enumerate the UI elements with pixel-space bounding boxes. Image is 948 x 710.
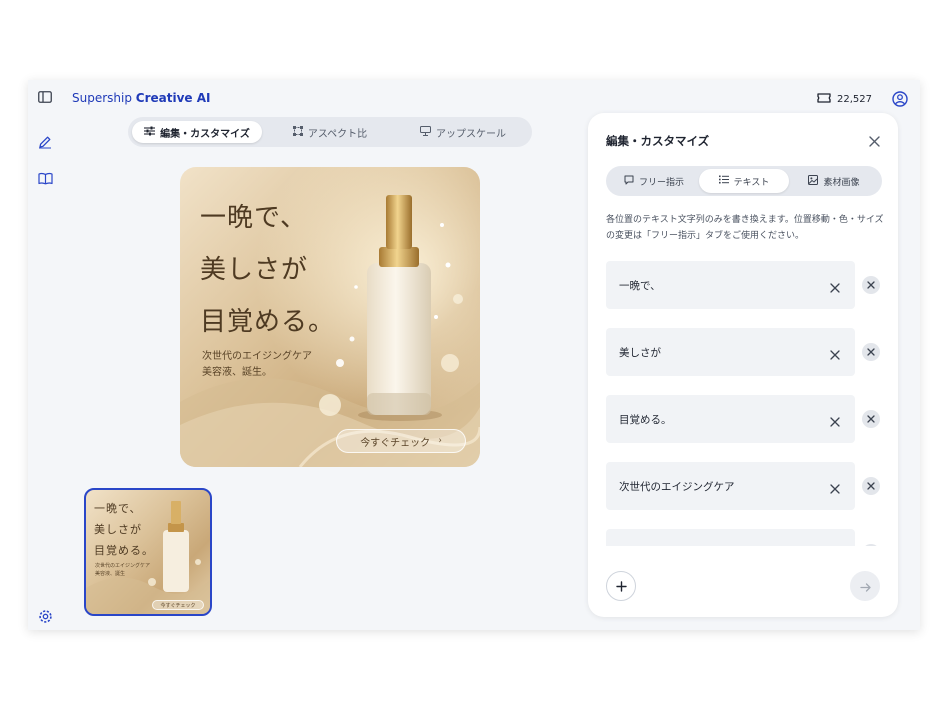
remove-row-button[interactable]: [862, 477, 880, 495]
clear-text-icon[interactable]: [830, 479, 840, 498]
tab-edit-customize-label: 編集・カスタマイズ: [160, 128, 250, 140]
brand-logo: Supership Creative AI: [72, 91, 211, 105]
edit-icon[interactable]: [36, 133, 54, 151]
tab-aspect-ratio[interactable]: アスペクト比: [262, 121, 398, 143]
side-rail: [28, 80, 62, 630]
thumb-subcopy-line2: 美容液、誕生: [95, 571, 126, 577]
ad-subcopy-line1: 次世代のエイジングケア: [202, 351, 312, 362]
text-field-row: [606, 529, 886, 546]
tab-text[interactable]: テキスト: [699, 169, 789, 193]
panel-tabs: フリー指示 テキスト 素材画像: [606, 166, 882, 196]
text-field-value: 目覚める。: [619, 413, 672, 426]
list-icon: [718, 175, 729, 187]
tab-material-image-label: 素材画像: [823, 177, 860, 188]
creative-preview[interactable]: 一晩で、 美しさが 目覚める。 次世代のエイジングケア 美容液、誕生。 今すぐチ…: [180, 167, 480, 467]
tab-edit-customize[interactable]: 編集・カスタマイズ: [132, 121, 262, 143]
thumb-headline-line3: 目覚める。: [94, 544, 154, 557]
text-field-value: 次世代のエイジングケア: [619, 480, 735, 493]
clear-text-icon[interactable]: [830, 412, 840, 431]
ad-cta-button: 今すぐチェック ›: [336, 429, 466, 453]
text-field[interactable]: [606, 529, 855, 546]
text-field-row: 美しさが: [606, 328, 886, 376]
ad-copy: 一晩で、 美しさが 目覚める。 次世代のエイジングケア 美容液、誕生。 今すぐチ…: [180, 167, 480, 467]
user-account-icon[interactable]: [892, 91, 908, 111]
clear-text-icon[interactable]: [830, 345, 840, 364]
submit-button[interactable]: [850, 571, 880, 601]
text-field-list[interactable]: 一晩で、 美しさが 目覚める。 次世代のエイジングケア: [606, 261, 886, 546]
text-field-row: 次世代のエイジングケア: [606, 462, 886, 510]
thumb-cta-label: 今すぐチェック: [160, 602, 196, 609]
thumb-headline-line1: 一晩で、: [94, 502, 142, 515]
brand-prefix: Supership: [72, 91, 132, 105]
tab-aspect-ratio-label: アスペクト比: [307, 128, 368, 140]
remove-row-button[interactable]: [862, 544, 880, 546]
text-field[interactable]: 目覚める。: [606, 395, 855, 443]
arrow-right-icon: [859, 577, 871, 596]
close-icon[interactable]: [869, 132, 880, 151]
text-field-value: 一晩で、: [619, 279, 661, 292]
tab-material-image[interactable]: 素材画像: [789, 169, 879, 193]
ad-headline-line1: 一晩で、: [200, 203, 307, 233]
settings-icon[interactable]: [36, 607, 54, 625]
ad-headline-line3: 目覚める。: [200, 307, 336, 337]
text-field[interactable]: 一晩で、: [606, 261, 855, 309]
thumbnail-copy: 一晩で、 美しさが 目覚める。 次世代のエイジングケア 美容液、誕生 今すぐチェ…: [86, 490, 210, 614]
chat-icon: [624, 175, 634, 188]
tab-text-label: テキスト: [733, 177, 770, 188]
ad-cta-label: 今すぐチェック: [360, 437, 431, 449]
remove-row-button[interactable]: [862, 343, 880, 361]
remove-row-button[interactable]: [862, 410, 880, 428]
sliders-icon: [144, 126, 156, 139]
text-field-row: 目覚める。: [606, 395, 886, 443]
app-window: Supership Creative AI 22,527 編集・カスタマイズ ア…: [28, 80, 920, 630]
panel-title: 編集・カスタマイズ: [606, 134, 710, 148]
text-field-value: 美しさが: [619, 346, 661, 359]
add-text-button[interactable]: [606, 571, 636, 601]
text-field-row: 一晩で、: [606, 261, 886, 309]
crop-icon: [292, 125, 303, 139]
credit-count: 22,527: [837, 94, 872, 105]
ad-headline-line2: 美しさが: [200, 255, 309, 285]
remove-row-button[interactable]: [862, 276, 880, 294]
thumb-subcopy-line1: 次世代のエイジングケア: [95, 563, 151, 569]
tab-free-instruction-label: フリー指示: [638, 177, 684, 188]
upscale-icon: [420, 125, 431, 139]
ticket-icon: [817, 93, 831, 106]
image-icon: [808, 174, 819, 188]
ad-subcopy-line2: 美容液、誕生。: [202, 367, 272, 378]
clear-text-icon[interactable]: [830, 278, 840, 297]
edit-mode-toolbar: 編集・カスタマイズ アスペクト比 アップスケール: [128, 117, 532, 147]
credit-balance: 22,527: [817, 93, 872, 106]
creative-thumbnail-selected[interactable]: 一晩で、 美しさが 目覚める。 次世代のエイジングケア 美容液、誕生 今すぐチェ…: [84, 488, 212, 616]
tab-free-instruction[interactable]: フリー指示: [609, 169, 699, 193]
plus-icon: [615, 577, 627, 596]
brand-name: Creative AI: [135, 91, 211, 105]
text-tab-description: 各位置のテキスト文字列のみを書き換えます。位置移動・色・サイズの変更は「フリー指…: [606, 215, 884, 241]
chevron-right-icon: ›: [438, 436, 442, 446]
text-field[interactable]: 次世代のエイジングケア: [606, 462, 855, 510]
book-icon[interactable]: [36, 169, 54, 187]
text-field[interactable]: 美しさが: [606, 328, 855, 376]
tab-upscale[interactable]: アップスケール: [398, 121, 528, 143]
tab-upscale-label: アップスケール: [436, 128, 506, 140]
thumb-headline-line2: 美しさが: [94, 523, 142, 536]
thumb-cta: 今すぐチェック: [152, 600, 204, 610]
sidebar-toggle-icon[interactable]: [36, 88, 54, 106]
customize-panel: 編集・カスタマイズ フリー指示 テキスト 素材画像 各位置のテキスト文字列のみを…: [588, 113, 898, 617]
